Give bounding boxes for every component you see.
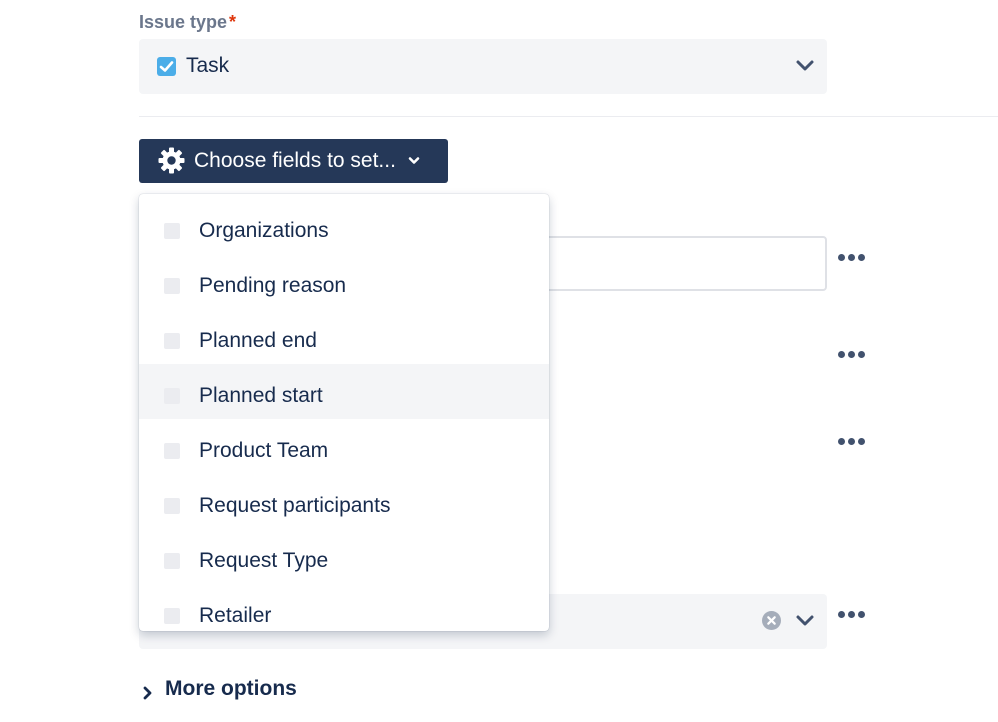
dropdown-item-label: Planned start [199,384,323,407]
clear-icon[interactable] [762,611,781,630]
checkbox[interactable] [164,333,180,349]
dropdown-item-label: Product Team [199,439,329,462]
dropdown-item-hovered[interactable]: Planned start [139,364,549,419]
dropdown-item-label: Pending reason [199,274,347,297]
checkbox[interactable] [164,498,180,514]
more-actions-icon[interactable] [838,438,866,446]
dropdown-item-label: Request participants [199,494,391,517]
choose-fields-label: Choose fields to set... [194,149,396,172]
dropdown-item[interactable]: Product Team [139,419,549,474]
issue-type-value: Task [186,54,230,77]
fields-dropdown: Organizations Pending reason Planned end… [139,194,549,631]
task-icon [157,57,176,76]
checkbox[interactable] [164,608,180,624]
dropdown-item-label: Organizations [199,219,329,242]
required-marker: * [229,12,237,32]
dropdown-item[interactable]: Retailer [139,584,549,631]
checkbox[interactable] [164,553,180,569]
checkbox[interactable] [164,443,180,459]
more-actions-icon[interactable] [838,611,866,619]
more-options-label: More options [165,677,297,700]
checkbox[interactable] [164,223,180,239]
dropdown-item[interactable]: Pending reason [139,254,549,309]
issue-type-label-text: Issue type [139,12,228,32]
field-input[interactable] [520,236,827,291]
dropdown-item[interactable]: Planned end [139,309,549,364]
more-actions-icon[interactable] [838,254,866,262]
chevron-down-icon[interactable] [795,59,815,73]
dropdown-item-label: Planned end [199,329,317,352]
dropdown-item[interactable]: Request participants [139,474,549,529]
issue-type-select[interactable]: Task [139,39,827,94]
dropdown-item-label: Request Type [199,549,329,572]
chevron-down-icon [408,157,420,164]
section-divider [139,116,998,117]
issue-type-label: Issue type * [139,12,236,33]
checkbox[interactable] [164,388,180,404]
dropdown-item[interactable]: Request Type [139,529,549,584]
gear-icon [158,147,185,174]
chevron-down-icon[interactable] [795,614,815,628]
checkbox[interactable] [164,278,180,294]
dropdown-item-label: Retailer [199,604,272,627]
more-actions-icon[interactable] [838,351,866,359]
dropdown-item[interactable]: Organizations [139,199,549,254]
chevron-right-icon [143,686,152,700]
choose-fields-button[interactable]: Choose fields to set... [139,139,448,183]
